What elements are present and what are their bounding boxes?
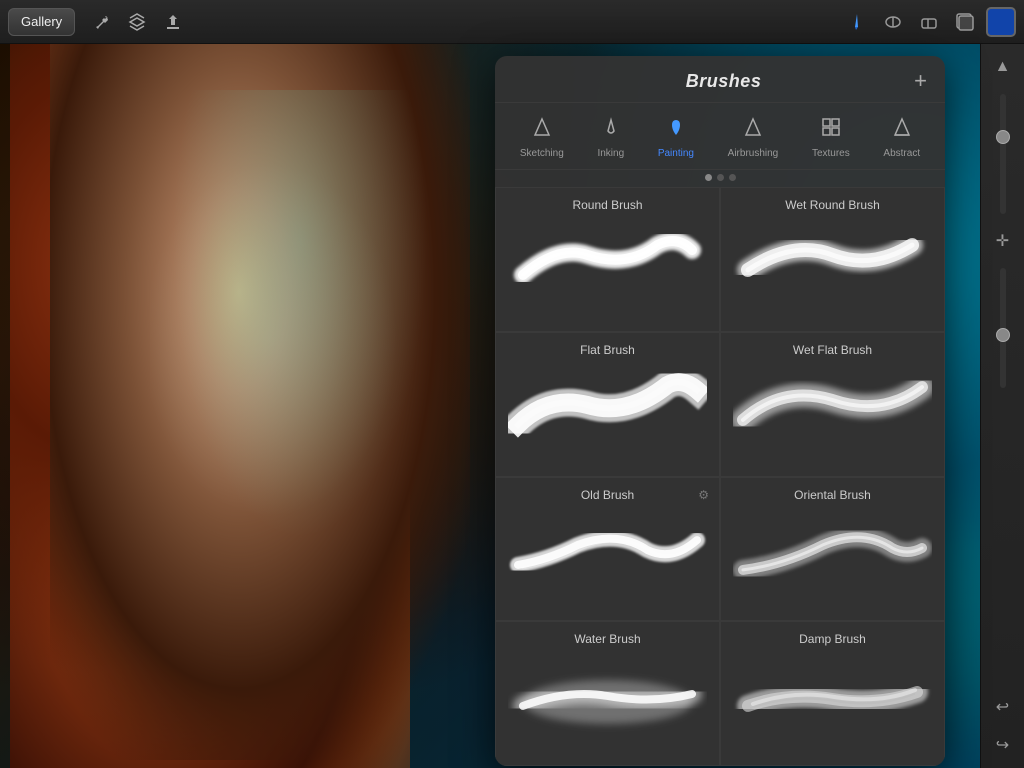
inking-icon [601, 117, 621, 144]
brush-preview-damp-brush [733, 654, 932, 734]
brush-cell-water-brush[interactable]: Water Brush [495, 621, 720, 766]
wrench-button[interactable] [83, 7, 119, 37]
add-brush-button[interactable]: + [914, 70, 927, 92]
portrait-glow [150, 90, 450, 590]
brush-cell-flat-brush[interactable]: Flat Brush [495, 332, 720, 477]
pagination-dot-2[interactable] [729, 174, 736, 181]
eraser-tool[interactable] [914, 7, 944, 37]
pencil-tool[interactable] [842, 7, 872, 37]
color-swatch[interactable] [986, 7, 1016, 37]
category-tab-inking[interactable]: Inking [591, 113, 630, 163]
brush-preview-old-brush [508, 510, 707, 590]
crosshair-icon[interactable]: ✛ [988, 226, 1018, 256]
brush-name-damp-brush: Damp Brush [733, 632, 932, 646]
brush-name-water-brush: Water Brush [508, 632, 707, 646]
textures-label: Textures [812, 148, 850, 159]
brush-name-old-brush: Old Brush [508, 488, 707, 502]
category-tab-abstract[interactable]: Abstract [877, 113, 926, 163]
category-tab-sketching[interactable]: Sketching [514, 113, 570, 163]
undo-icon[interactable]: ↩ [988, 692, 1018, 722]
chevron-up-icon[interactable]: ▲ [988, 52, 1018, 82]
opacity-slider[interactable] [1000, 268, 1006, 388]
brush-preview-water-brush [508, 654, 707, 734]
brush-cell-damp-brush[interactable]: Damp Brush [720, 621, 945, 766]
airbrushing-label: Airbrushing [728, 148, 779, 159]
painting-label: Painting [658, 148, 694, 159]
brush-preview-wet-flat-brush [733, 365, 932, 445]
panel-header: Brushes + [495, 56, 945, 103]
brush-name-flat-brush: Flat Brush [508, 343, 707, 357]
right-sidebar: ▲ ✛ ↩ ↪ [980, 44, 1024, 768]
brush-cell-round-brush[interactable]: Round Brush [495, 187, 720, 332]
redo-icon[interactable]: ↪ [988, 730, 1018, 760]
export-button[interactable] [155, 7, 191, 37]
layers-button[interactable] [119, 7, 155, 37]
category-tab-textures[interactable]: Textures [806, 113, 856, 163]
brush-preview-oriental-brush [733, 510, 932, 590]
category-tab-airbrushing[interactable]: Airbrushing [722, 113, 785, 163]
brush-cell-wet-round-brush[interactable]: Wet Round Brush [720, 187, 945, 332]
sketching-icon [532, 117, 552, 144]
brush-grid: Round Brush Wet Round Brush Flat Brush [495, 187, 945, 766]
pagination-dot-1[interactable] [717, 174, 724, 181]
painting-icon [666, 117, 686, 144]
brush-name-oriental-brush: Oriental Brush [733, 488, 932, 502]
textures-icon [821, 117, 841, 144]
top-toolbar: Gallery [0, 0, 1024, 44]
brush-cell-oriental-brush[interactable]: Oriental Brush [720, 477, 945, 622]
brushes-panel: Brushes + Sketching Inking Painting Airb… [495, 56, 945, 766]
portrait-artwork [0, 40, 520, 768]
brush-cell-wet-flat-brush[interactable]: Wet Flat Brush [720, 332, 945, 477]
abstract-icon [892, 117, 912, 144]
gallery-button[interactable]: Gallery [8, 8, 75, 36]
brush-name-round-brush: Round Brush [508, 198, 707, 212]
brush-name-wet-flat-brush: Wet Flat Brush [733, 343, 932, 357]
brush-cell-old-brush[interactable]: Old Brush ⚙ [495, 477, 720, 622]
layers-tool[interactable] [950, 7, 980, 37]
abstract-label: Abstract [883, 148, 920, 159]
pagination-dots [495, 170, 945, 187]
category-tabs: Sketching Inking Painting Airbrushing Te… [495, 103, 945, 170]
pagination-dot-0[interactable] [705, 174, 712, 181]
sketching-label: Sketching [520, 148, 564, 159]
panel-title: Brushes [686, 71, 762, 92]
size-slider[interactable] [1000, 94, 1006, 214]
brush-preview-wet-round-brush [733, 220, 932, 300]
inking-label: Inking [597, 148, 624, 159]
category-tab-painting[interactable]: Painting [652, 113, 700, 163]
brush-name-wet-round-brush: Wet Round Brush [733, 198, 932, 212]
brush-preview-round-brush [508, 220, 707, 300]
brush-settings-icon-old-brush[interactable]: ⚙ [698, 488, 709, 502]
airbrushing-icon [743, 117, 763, 144]
smudge-tool[interactable] [878, 7, 908, 37]
brush-preview-flat-brush [508, 365, 707, 445]
